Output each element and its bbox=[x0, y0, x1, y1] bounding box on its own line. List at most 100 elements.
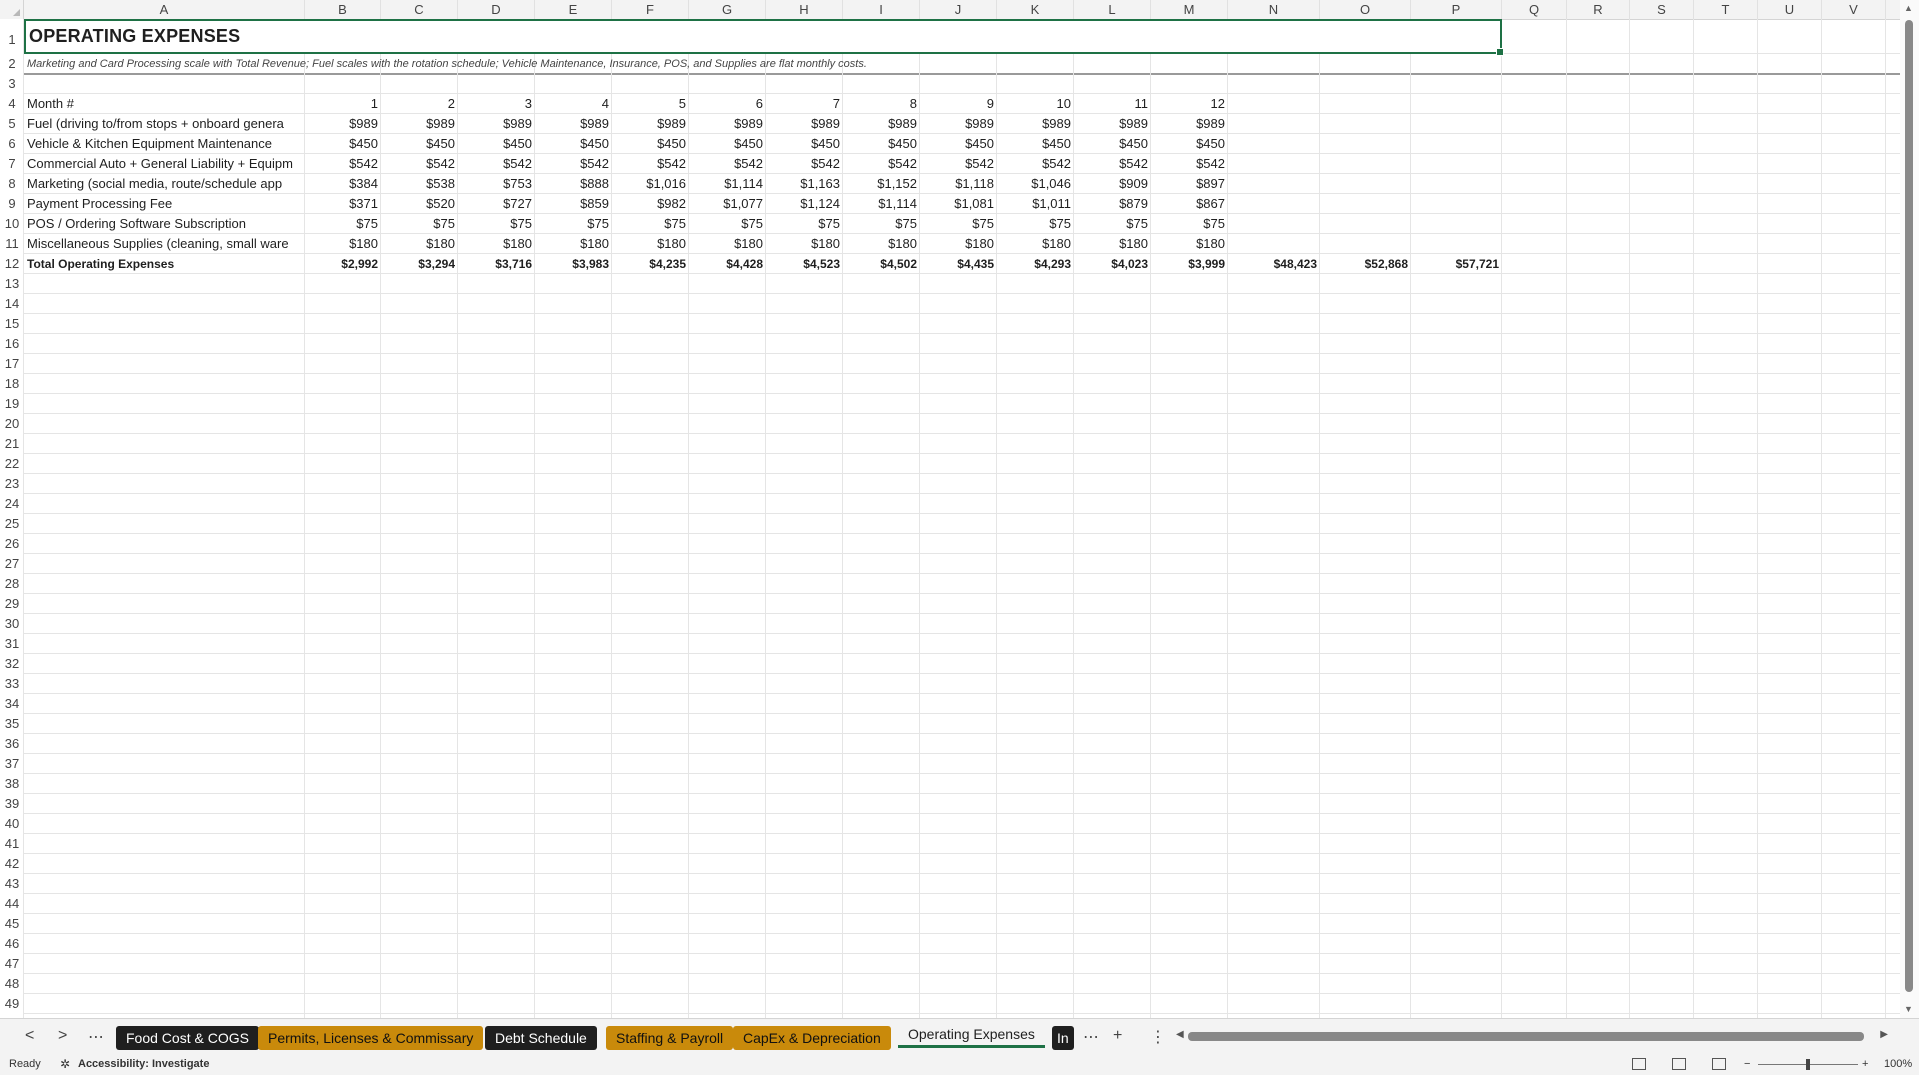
column-header[interactable]: K bbox=[997, 0, 1074, 19]
column-header[interactable]: G bbox=[689, 0, 766, 19]
expense-value-cell[interactable]: $538 bbox=[381, 174, 458, 194]
expense-value-cell[interactable]: $859 bbox=[535, 194, 612, 214]
vertical-scroll-thumb[interactable] bbox=[1905, 20, 1913, 992]
total-value-cell[interactable]: $3,716 bbox=[458, 254, 535, 274]
expense-value-cell[interactable]: $180 bbox=[535, 234, 612, 254]
column-header[interactable]: P bbox=[1411, 0, 1502, 19]
expense-value-cell[interactable]: $989 bbox=[689, 114, 766, 134]
expense-value-cell[interactable]: $180 bbox=[766, 234, 843, 254]
column-header[interactable]: I bbox=[843, 0, 920, 19]
expense-value-cell[interactable]: $989 bbox=[920, 114, 997, 134]
expense-value-cell[interactable]: $1,016 bbox=[612, 174, 689, 194]
expense-value-cell[interactable]: $879 bbox=[1074, 194, 1151, 214]
zoom-in-button[interactable]: + bbox=[1862, 1054, 1868, 1075]
row-header[interactable]: 11 bbox=[0, 234, 24, 254]
total-value-cell[interactable]: $4,435 bbox=[920, 254, 997, 274]
expense-value-cell[interactable]: $450 bbox=[920, 134, 997, 154]
expense-value-cell[interactable]: $180 bbox=[1151, 234, 1228, 254]
expense-value-cell[interactable]: $180 bbox=[997, 234, 1074, 254]
row-header[interactable]: 5 bbox=[0, 114, 24, 134]
expense-value-cell[interactable]: $450 bbox=[997, 134, 1074, 154]
zoom-out-button[interactable]: − bbox=[1744, 1054, 1750, 1075]
expense-value-cell[interactable]: $1,118 bbox=[920, 174, 997, 194]
year-total-cell[interactable]: $52,868 bbox=[1320, 254, 1411, 274]
total-value-cell[interactable]: $4,023 bbox=[1074, 254, 1151, 274]
expense-value-cell[interactable]: $989 bbox=[1074, 114, 1151, 134]
month-number-cell[interactable]: 5 bbox=[612, 94, 689, 114]
expense-value-cell[interactable]: $542 bbox=[766, 154, 843, 174]
sheet-tab[interactable]: Operating Expenses bbox=[898, 1024, 1045, 1048]
row-header[interactable]: 41 bbox=[0, 834, 24, 854]
total-value-cell[interactable]: $4,235 bbox=[612, 254, 689, 274]
column-header[interactable]: T bbox=[1694, 0, 1758, 19]
column-header[interactable]: N bbox=[1228, 0, 1320, 19]
expense-value-cell[interactable]: $450 bbox=[305, 134, 381, 154]
column-header[interactable]: L bbox=[1074, 0, 1151, 19]
expense-value-cell[interactable]: $727 bbox=[458, 194, 535, 214]
row-header[interactable]: 27 bbox=[0, 554, 24, 574]
row-header[interactable]: 6 bbox=[0, 134, 24, 154]
worksheet-grid[interactable]: 1 2 3 4 5 6 7 8 9 10 11 12 13 14 15 16 17 18 19 20 21 22 23 24 2… bbox=[0, 19, 1900, 1018]
total-value-cell[interactable]: $2,992 bbox=[305, 254, 381, 274]
sheet-tab[interactable]: CapEx & Depreciation bbox=[733, 1026, 891, 1050]
expense-value-cell[interactable]: $542 bbox=[612, 154, 689, 174]
month-number-cell[interactable]: 4 bbox=[535, 94, 612, 114]
row-header[interactable]: 46 bbox=[0, 934, 24, 954]
expense-value-cell[interactable]: $75 bbox=[920, 214, 997, 234]
expense-value-cell[interactable]: $180 bbox=[612, 234, 689, 254]
expense-value-cell[interactable]: $450 bbox=[689, 134, 766, 154]
expense-label-cell[interactable]: Fuel (driving to/from stops + onboard ge… bbox=[24, 114, 305, 134]
expense-value-cell[interactable]: $542 bbox=[920, 154, 997, 174]
row-header[interactable]: 25 bbox=[0, 514, 24, 534]
row-header[interactable]: 44 bbox=[0, 894, 24, 914]
expense-value-cell[interactable]: $75 bbox=[305, 214, 381, 234]
row-header[interactable]: 13 bbox=[0, 274, 24, 294]
row-header[interactable]: 45 bbox=[0, 914, 24, 934]
expense-value-cell[interactable]: $75 bbox=[843, 214, 920, 234]
expense-value-cell[interactable]: $1,081 bbox=[920, 194, 997, 214]
scroll-up-icon[interactable]: ▲ bbox=[1904, 3, 1913, 13]
expense-value-cell[interactable]: $542 bbox=[381, 154, 458, 174]
month-number-cell[interactable]: 11 bbox=[1074, 94, 1151, 114]
expense-value-cell[interactable]: $897 bbox=[1151, 174, 1228, 194]
expense-value-cell[interactable]: $180 bbox=[458, 234, 535, 254]
column-header[interactable]: J bbox=[920, 0, 997, 19]
expense-value-cell[interactable]: $180 bbox=[1074, 234, 1151, 254]
month-header-label[interactable]: Month # bbox=[24, 94, 305, 114]
expense-value-cell[interactable]: $180 bbox=[381, 234, 458, 254]
expense-value-cell[interactable]: $180 bbox=[920, 234, 997, 254]
row-header[interactable]: 20 bbox=[0, 414, 24, 434]
column-header[interactable]: S bbox=[1630, 0, 1694, 19]
expense-value-cell[interactable]: $989 bbox=[1151, 114, 1228, 134]
expense-label-cell[interactable]: Miscellaneous Supplies (cleaning, small … bbox=[24, 234, 305, 254]
expense-value-cell[interactable]: $542 bbox=[843, 154, 920, 174]
expense-value-cell[interactable]: $542 bbox=[689, 154, 766, 174]
row-header[interactable]: 28 bbox=[0, 574, 24, 594]
month-number-cell[interactable]: 1 bbox=[305, 94, 381, 114]
accessibility-status[interactable]: Accessibility: Investigate bbox=[78, 1054, 209, 1075]
month-number-cell[interactable]: 9 bbox=[920, 94, 997, 114]
add-sheet-icon[interactable]: + bbox=[1113, 1027, 1122, 1045]
year-total-cell[interactable]: $57,721 bbox=[1411, 254, 1502, 274]
expense-value-cell[interactable]: $1,077 bbox=[689, 194, 766, 214]
expense-value-cell[interactable]: $75 bbox=[1151, 214, 1228, 234]
row-header[interactable]: 19 bbox=[0, 394, 24, 414]
expense-label-cell[interactable]: Marketing (social media, route/schedule … bbox=[24, 174, 305, 194]
expense-value-cell[interactable]: $989 bbox=[612, 114, 689, 134]
expense-value-cell[interactable]: $450 bbox=[1074, 134, 1151, 154]
expense-value-cell[interactable]: $753 bbox=[458, 174, 535, 194]
expense-value-cell[interactable]: $867 bbox=[1151, 194, 1228, 214]
expense-value-cell[interactable]: $542 bbox=[1074, 154, 1151, 174]
more-sheets-right-icon[interactable]: ⋯ bbox=[1083, 1027, 1099, 1047]
expense-value-cell[interactable]: $180 bbox=[305, 234, 381, 254]
prev-sheet-icon[interactable]: < bbox=[25, 1027, 34, 1045]
column-header[interactable]: V bbox=[1822, 0, 1886, 19]
row-header[interactable]: 3 bbox=[0, 74, 24, 94]
row-header[interactable]: 22 bbox=[0, 454, 24, 474]
row-header[interactable]: 31 bbox=[0, 634, 24, 654]
sheet-subtitle[interactable]: Marketing and Card Processing scale with… bbox=[24, 55, 867, 73]
expense-value-cell[interactable]: $1,152 bbox=[843, 174, 920, 194]
row-header[interactable]: 18 bbox=[0, 374, 24, 394]
expense-value-cell[interactable]: $384 bbox=[305, 174, 381, 194]
row-header[interactable]: 33 bbox=[0, 674, 24, 694]
